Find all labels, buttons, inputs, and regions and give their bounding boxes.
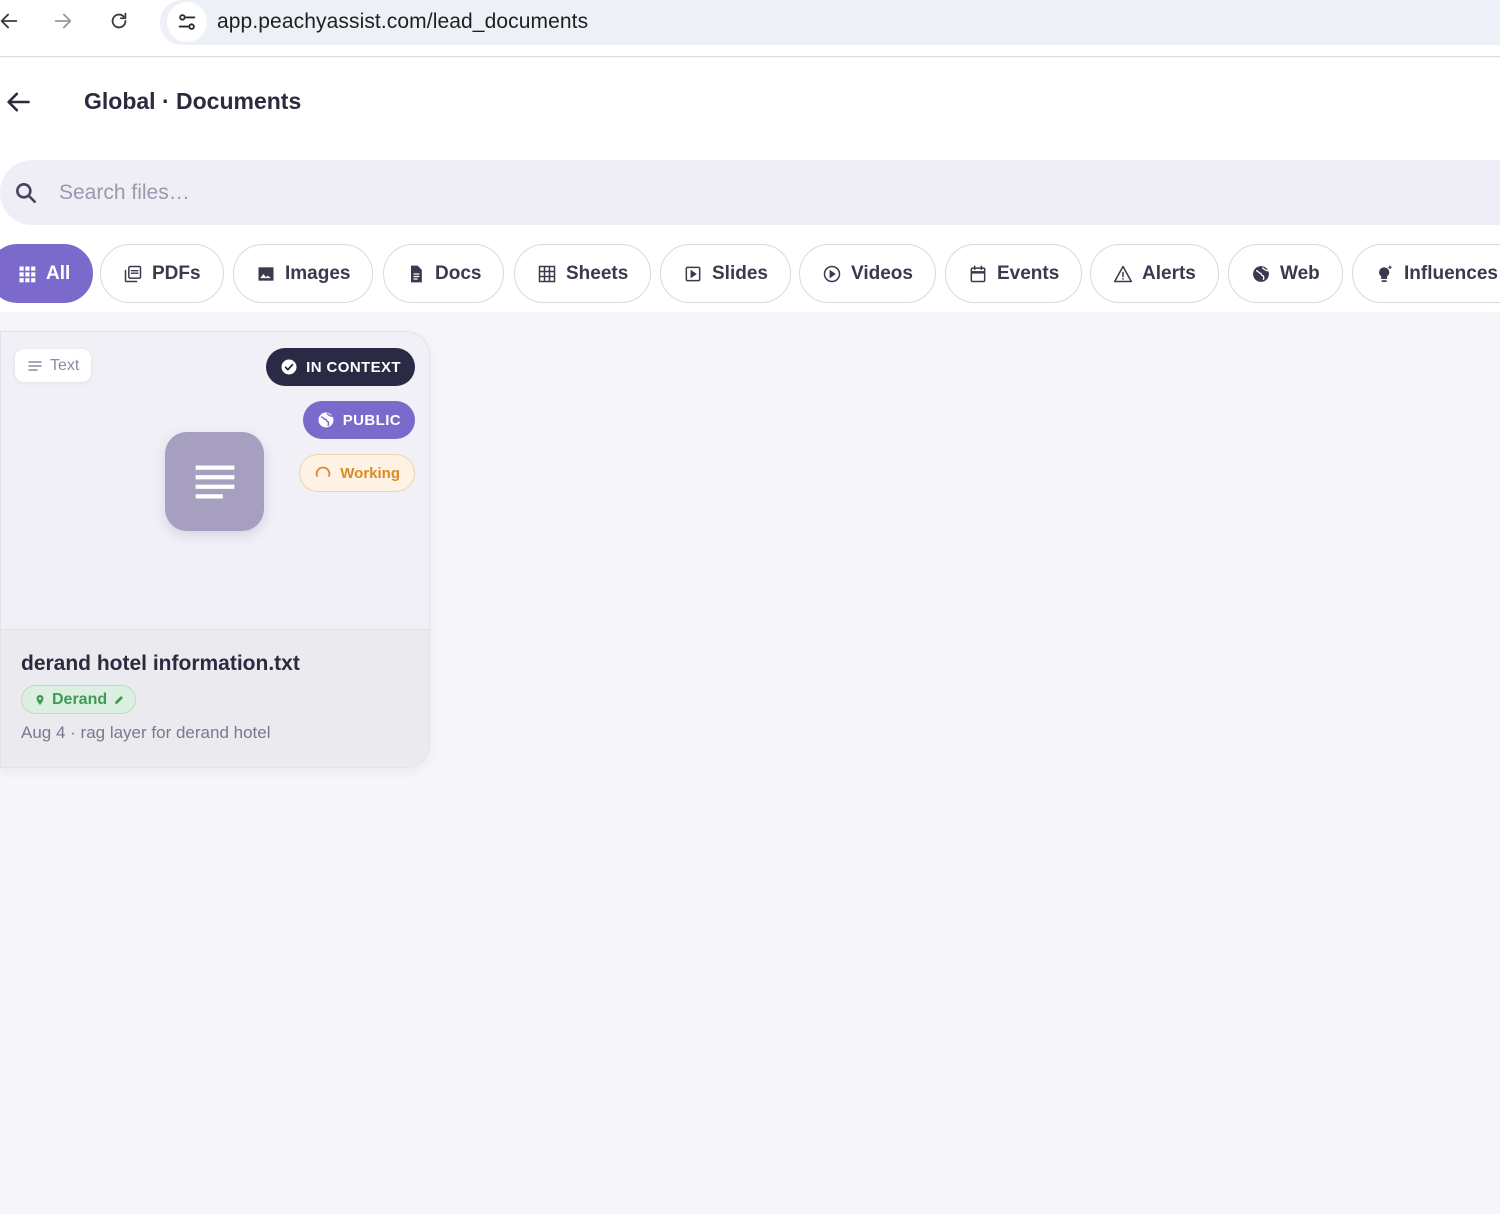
browser-toolbar: app.peachyassist.com/lead_documents xyxy=(0,0,1500,57)
globe-icon xyxy=(318,412,334,428)
filter-chip-pdfs[interactable]: PDFs xyxy=(100,244,224,303)
filter-chip-slides[interactable]: Slides xyxy=(660,244,791,303)
filter-chip-label: Alerts xyxy=(1142,262,1196,284)
play-circle-icon xyxy=(823,265,841,282)
filter-chip-docs[interactable]: Docs xyxy=(383,244,505,303)
grid-icon xyxy=(19,266,36,282)
document-icon xyxy=(411,265,422,282)
filter-chip-row: All PDFs Images Docs Sheets Slides Video… xyxy=(0,244,1500,312)
document-card[interactable]: Text IN CONTEXT PUBLIC Working derand ho… xyxy=(0,331,430,768)
filter-chip-label: Images xyxy=(285,262,351,284)
filter-chip-sheets[interactable]: Sheets xyxy=(514,244,652,303)
filter-chip-images[interactable]: Images xyxy=(233,244,374,303)
text-file-icon xyxy=(165,432,264,531)
warning-icon xyxy=(1113,265,1133,282)
filter-chip-label: Sheets xyxy=(566,262,629,284)
calendar-icon xyxy=(970,265,986,282)
file-type-badge: Text xyxy=(15,349,92,382)
filter-chip-label: Web xyxy=(1280,262,1320,284)
filter-chip-events[interactable]: Events xyxy=(945,244,1083,303)
search-area xyxy=(0,160,1500,244)
filter-chip-videos[interactable]: Videos xyxy=(799,244,936,303)
document-name[interactable]: derand hotel information.txt xyxy=(21,652,300,676)
pdf-icon xyxy=(124,265,142,282)
back-arrow-icon[interactable] xyxy=(2,86,34,118)
table-icon xyxy=(538,265,556,282)
url-text[interactable]: app.peachyassist.com/lead_documents xyxy=(217,10,588,34)
filter-chip-label: All xyxy=(46,262,71,284)
filter-chip-influences[interactable]: Influences xyxy=(1352,244,1500,303)
public-label: PUBLIC xyxy=(342,411,401,429)
location-pin-icon xyxy=(36,694,44,705)
document-info[interactable]: derand hotel information.txt Derand Aug … xyxy=(1,629,429,767)
search-input[interactable] xyxy=(44,172,1444,214)
spinner-icon xyxy=(316,466,331,477)
globe-icon xyxy=(1253,265,1269,282)
address-bar[interactable]: app.peachyassist.com/lead_documents xyxy=(160,0,1500,45)
site-settings-icon[interactable] xyxy=(167,2,207,42)
file-type-label: Text xyxy=(50,356,80,374)
working-status-badge: Working xyxy=(299,454,415,492)
search-bar[interactable] xyxy=(0,160,1500,225)
in-context-badge[interactable]: IN CONTEXT xyxy=(266,348,415,386)
browser-reload-icon[interactable] xyxy=(104,6,134,36)
filter-chip-label: Slides xyxy=(712,262,768,284)
public-badge[interactable]: PUBLIC xyxy=(302,401,415,439)
location-tag-label: Derand xyxy=(52,690,108,708)
filter-chip-alerts[interactable]: Alerts xyxy=(1090,244,1219,303)
filter-chip-label: Events xyxy=(997,262,1060,284)
check-circle-icon xyxy=(281,359,297,375)
filter-chip-web[interactable]: Web xyxy=(1228,244,1343,303)
image-icon xyxy=(258,266,274,281)
working-label: Working xyxy=(340,464,400,482)
pencil-edit-icon[interactable] xyxy=(113,694,125,706)
page-title: Global · Documents xyxy=(84,88,302,114)
filter-chip-label: Videos xyxy=(851,262,913,284)
filter-chip-label: Influences xyxy=(1404,262,1498,284)
location-tag[interactable]: Derand xyxy=(21,685,137,714)
filter-chip-label: PDFs xyxy=(152,262,201,284)
filter-chip-all[interactable]: All xyxy=(0,244,94,303)
document-preview[interactable]: Text IN CONTEXT PUBLIC Working xyxy=(1,332,429,629)
slides-icon xyxy=(685,266,701,281)
browser-forward-icon[interactable] xyxy=(48,6,78,36)
lightbulb-icon xyxy=(1379,265,1392,282)
browser-back-icon[interactable] xyxy=(0,6,24,36)
filter-chip-label: Docs xyxy=(435,262,482,284)
in-context-label: IN CONTEXT xyxy=(306,358,401,376)
app-header: Global · Documents xyxy=(0,58,1500,160)
search-icon xyxy=(16,183,36,203)
document-meta: Aug 4 · rag layer for derand hotel xyxy=(21,723,271,742)
text-lines-icon xyxy=(28,360,42,371)
